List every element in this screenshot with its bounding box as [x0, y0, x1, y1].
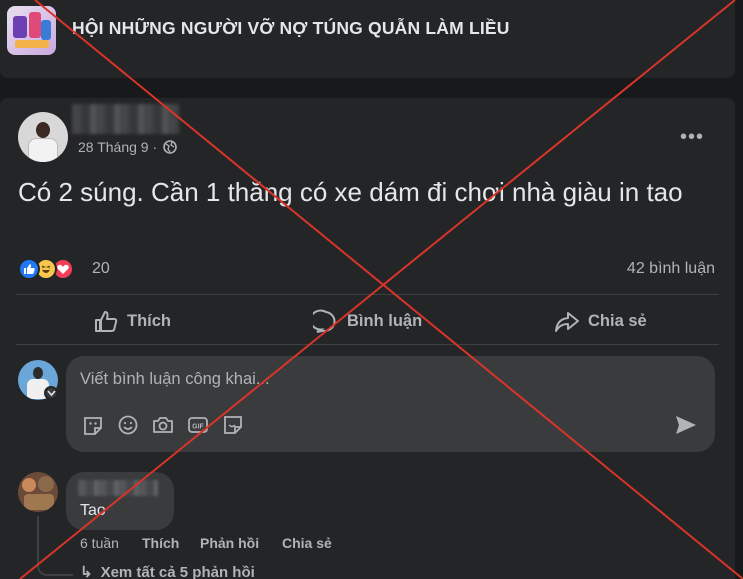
author-avatar[interactable]	[18, 112, 68, 162]
share-label: Chia sẻ	[588, 312, 647, 330]
gif-icon[interactable]: GIF	[187, 414, 209, 436]
comment-icon	[313, 309, 336, 333]
emoji-icon[interactable]	[117, 414, 139, 436]
comment-input[interactable]	[80, 366, 680, 392]
comment-count[interactable]: 42 bình luận	[627, 260, 715, 278]
like-icon	[18, 258, 40, 280]
post-date[interactable]: 28 Tháng 9 ·	[78, 139, 157, 155]
group-logo[interactable]	[7, 6, 56, 55]
group-name[interactable]: HỘI NHỮNG NGƯỜI VỠ NỢ TÚNG QUẪN LÀM LIỀU	[72, 18, 510, 39]
reaction-count[interactable]: 20	[92, 260, 110, 278]
comment-label: Bình luận	[347, 312, 423, 330]
comment-reply-button[interactable]: Phản hồi	[200, 535, 259, 551]
comment-like-button[interactable]: Thích	[142, 535, 179, 551]
comment-text: Tao	[80, 502, 106, 519]
post-card: 28 Tháng 9 · ••• Có 2 súng. Cần 1 thằng …	[0, 98, 735, 579]
share-icon	[555, 312, 579, 332]
thread-line	[37, 516, 73, 576]
more-options-icon[interactable]: •••	[680, 126, 704, 149]
thumbs-up-icon	[95, 311, 118, 332]
group-header: HỘI NHỮNG NGƯỜI VỠ NỢ TÚNG QUẪN LÀM LIỀU	[0, 0, 735, 78]
chevron-down-icon[interactable]	[44, 386, 58, 400]
comment-share-button[interactable]: Chia sẻ	[282, 535, 332, 551]
author-name-redacted	[72, 104, 180, 134]
comment-composer[interactable]: GIF	[66, 356, 715, 452]
reply-arrow-icon: ↳	[80, 564, 93, 579]
comment-time[interactable]: 6 tuần	[80, 535, 119, 551]
sticker-icon[interactable]	[82, 414, 104, 436]
commenter-name-redacted[interactable]	[78, 480, 158, 496]
like-label: Thích	[127, 312, 171, 330]
divider	[16, 294, 719, 295]
globe-icon	[163, 140, 177, 154]
comment-bubble: Tao	[66, 472, 174, 530]
send-icon[interactable]	[674, 414, 698, 436]
divider	[16, 344, 719, 345]
svg-text:GIF: GIF	[192, 424, 204, 431]
avatar-sticker-icon[interactable]	[222, 414, 244, 436]
camera-icon[interactable]	[152, 414, 174, 436]
view-replies-label: Xem tất cả 5 phản hồi	[100, 564, 255, 579]
view-replies-link[interactable]: ↳ Xem tất cả 5 phản hồi	[80, 563, 255, 579]
post-text: Có 2 súng. Cần 1 thằng có xe dám đi chơi…	[18, 177, 683, 207]
commenter-avatar[interactable]	[18, 472, 58, 512]
